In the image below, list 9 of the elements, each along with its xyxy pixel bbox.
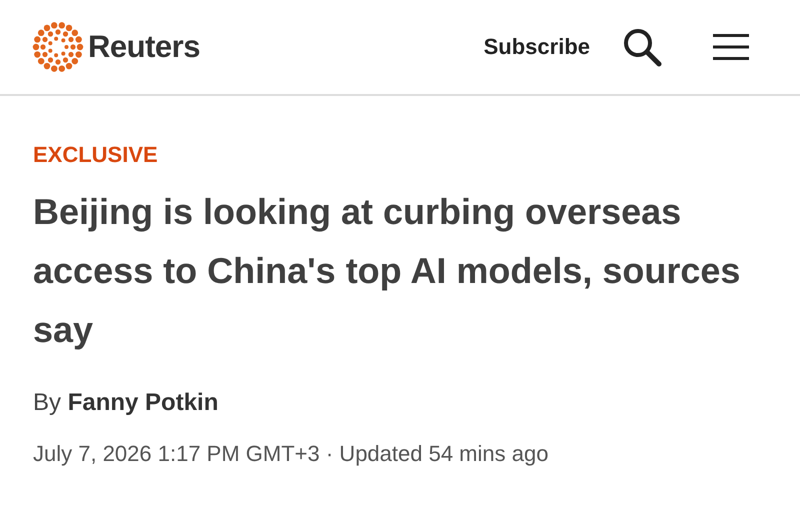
byline: By Fanny Potkin [33,389,220,417]
dateline: July 7, 2026 1:17 PM GMT+3 · Updated 54 mins ago [33,441,550,467]
exclusive-label: EXCLUSIVE [33,142,159,168]
menu-icon[interactable] [712,33,750,61]
search-icon[interactable] [622,27,662,67]
logo-icon [32,21,84,73]
logo-text[interactable]: Reuters [88,29,200,65]
headline: Beijing is looking at curbing overseas access to China's top AI models, sources say [33,190,742,352]
subscribe-link[interactable]: Subscribe [484,34,590,60]
